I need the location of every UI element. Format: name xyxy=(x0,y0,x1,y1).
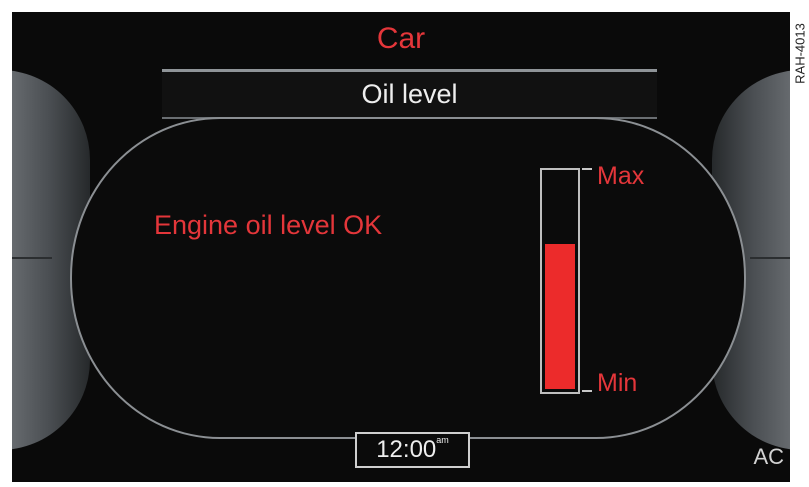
max-tick xyxy=(582,168,592,170)
content-panel xyxy=(70,117,746,439)
right-bezel-line xyxy=(750,257,790,259)
clock: 12:00am xyxy=(355,432,470,468)
min-tick xyxy=(582,390,592,392)
image-reference-code: RAH-4013 xyxy=(791,14,809,94)
oil-level-fill xyxy=(545,244,575,389)
menu-item-oil-level[interactable]: Oil level xyxy=(162,69,657,119)
clock-time: 12:00 xyxy=(376,436,437,463)
ac-indicator: AC xyxy=(753,444,784,469)
status-message: Engine oil level OK xyxy=(154,210,383,240)
left-bezel-line xyxy=(12,257,52,259)
gauge-max-label: Max xyxy=(597,162,645,190)
image-reference-text: RAH-4013 xyxy=(792,23,808,84)
display-screen: Car Oil level Engine oil level OK Max Mi… xyxy=(12,12,790,482)
page-title: Car xyxy=(376,22,426,55)
oil-level-gauge xyxy=(540,168,580,394)
gauge-min-label: Min xyxy=(597,369,638,397)
clock-suffix: am xyxy=(436,435,449,445)
